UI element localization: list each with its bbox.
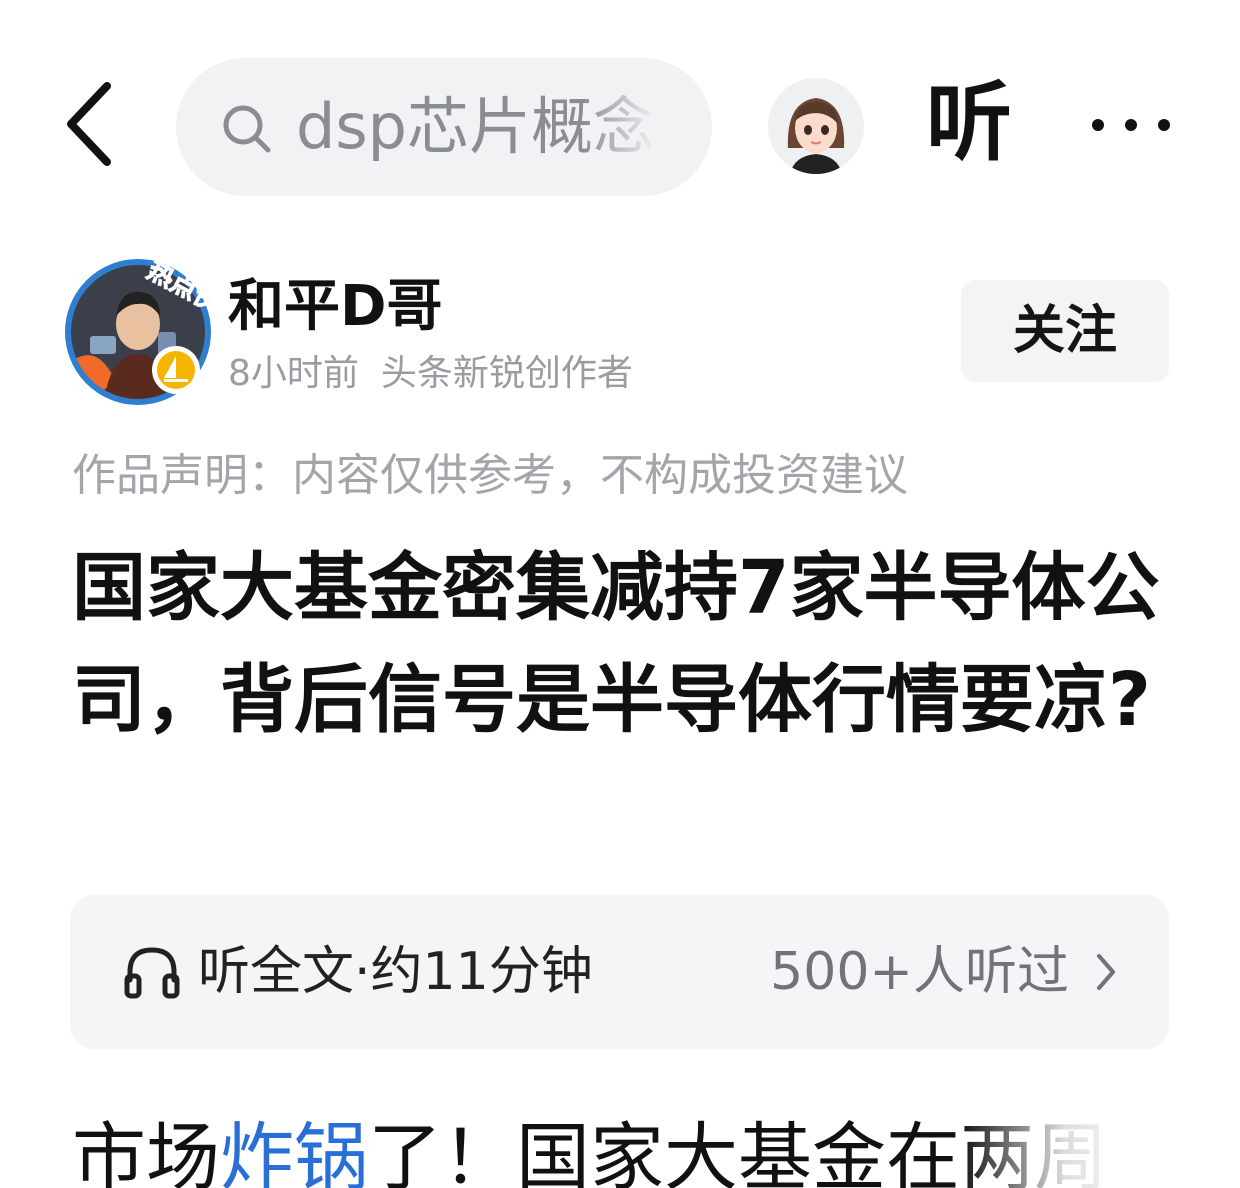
more-button[interactable] [1086,90,1176,160]
user-avatar[interactable] [768,78,864,174]
search-icon [223,105,271,153]
listen-count: 500+人听过 [770,942,1069,1002]
listen-button[interactable]: 听 [926,68,1026,178]
more-horizontal-icon [1092,119,1170,131]
follow-button[interactable]: 关注 [961,280,1169,382]
headphones-icon [124,947,180,999]
article-title: 国家大基金密集减持7家半导体公司，背后信号是半导体行情要凉? [72,545,1160,743]
post-time: 8小时前 [228,353,359,394]
body-text-prefix: 市场 [72,1115,220,1188]
author-avatar-image: 热点侠 [65,254,227,405]
author-badge-label: 头条新锐创作者 [380,353,633,394]
content-disclaimer: 作品声明：内容仅供参考，不构成投资建议 [72,450,908,501]
top-bar: dsp芯片概念 听 [0,50,1240,200]
author-avatar[interactable]: 热点侠 [64,254,227,406]
chevron-left-icon [67,82,111,166]
chevron-right-icon [1097,954,1115,990]
back-button[interactable] [55,74,125,174]
article-body-first-line: 市场炸锅了！国家大基金在两周 [72,1108,1212,1188]
keyword-link[interactable]: 炸锅 [220,1115,368,1188]
body-text-suffix: 了！国家大基金在两周 [368,1115,1108,1188]
search-query-text: dsp芯片概念 [296,90,656,163]
author-meta: 8小时前 头条新锐创作者 [228,350,633,398]
search-box[interactable]: dsp芯片概念 [176,58,712,196]
author-name[interactable]: 和平D哥 [228,272,442,342]
listen-full-article-label: 听全文·约11分钟 [198,942,593,1002]
listen-full-article-card[interactable]: 听全文·约11分钟 500+人听过 [70,895,1169,1049]
user-avatar-image [768,78,864,174]
